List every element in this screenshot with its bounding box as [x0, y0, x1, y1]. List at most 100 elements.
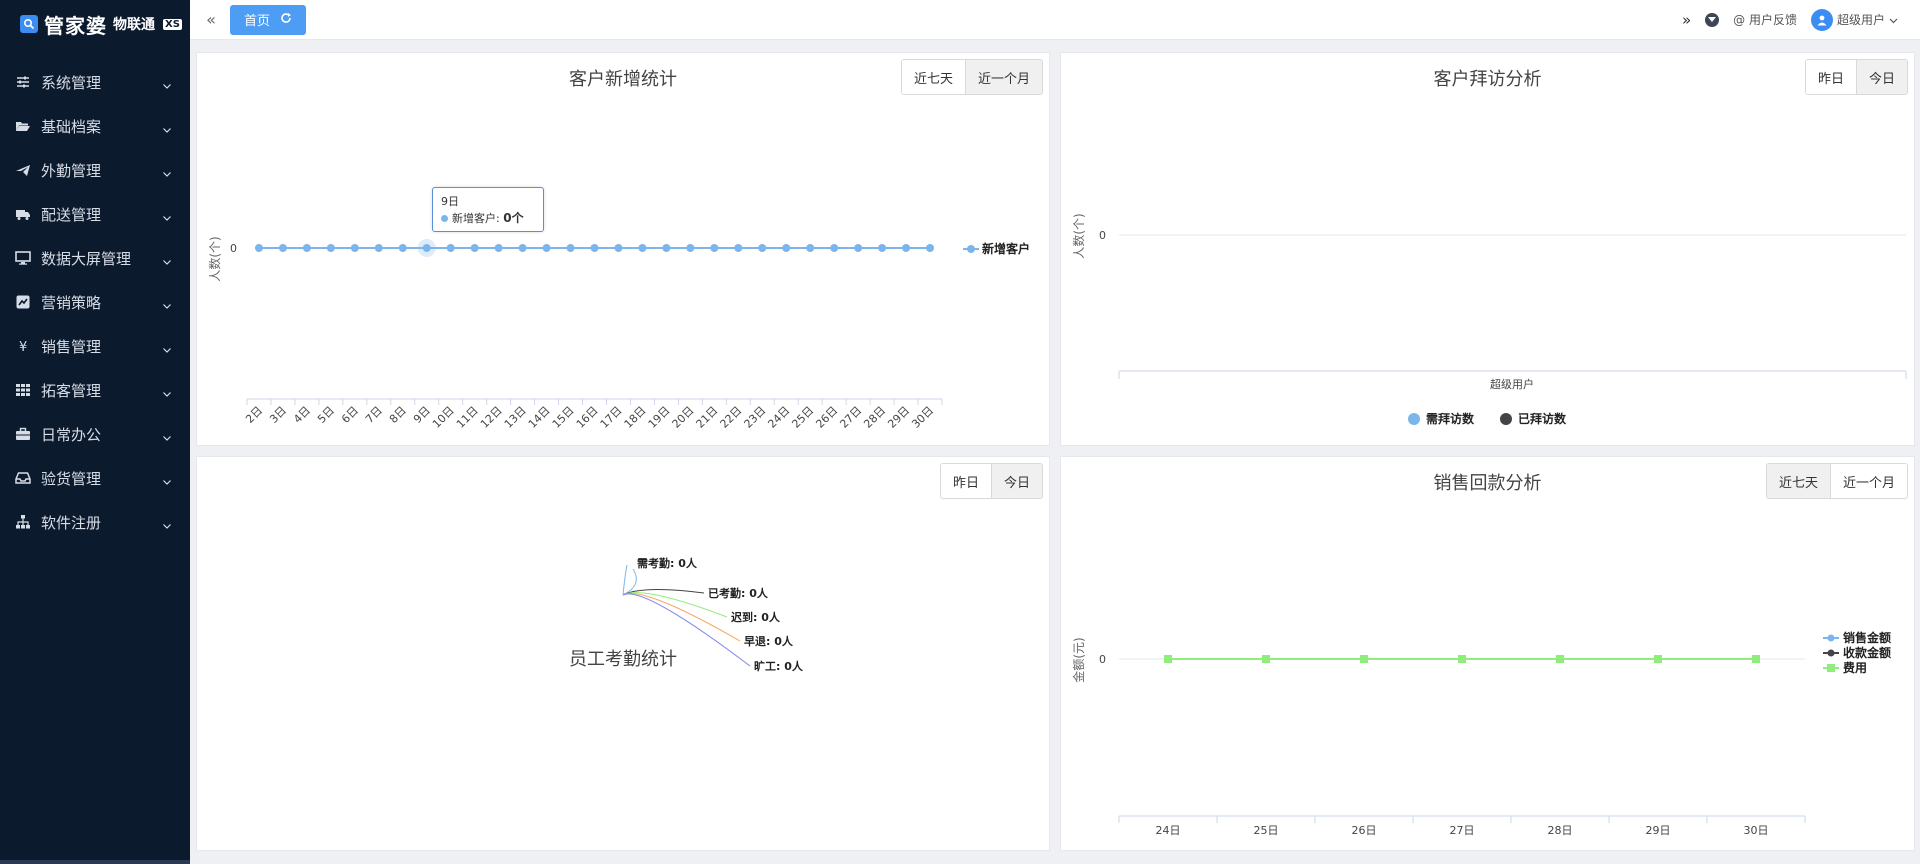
sales-chart: 金额(元) 0 24日 25日 26日 27日 28日 29日 30日 销售金额收款金额费用	[1071, 630, 1891, 837]
legend-marker	[1827, 634, 1835, 642]
data-point[interactable]	[878, 244, 887, 252]
data-point[interactable]	[1164, 655, 1172, 663]
data-point[interactable]	[902, 244, 911, 252]
data-point[interactable]	[326, 244, 335, 252]
app-logo[interactable]: 管家婆 物联通 XS	[0, 0, 190, 48]
range-button[interactable]: 今日	[990, 464, 1042, 498]
data-point[interactable]	[1360, 655, 1368, 663]
monitor-icon	[14, 249, 32, 267]
range-button[interactable]: 近一个月	[964, 60, 1042, 94]
briefcase-icon	[14, 425, 32, 443]
sidebar-item[interactable]: 拓客管理	[0, 368, 190, 412]
chevron-down-icon	[162, 341, 172, 353]
range-button[interactable]: 昨日	[940, 464, 991, 498]
data-point[interactable]	[1556, 655, 1564, 663]
data-point[interactable]	[662, 244, 671, 252]
data-point[interactable]	[398, 244, 407, 252]
visit-analysis-chart: 人数(个) 0 超级用户需拜访数 已拜访数	[1071, 213, 1907, 426]
logo-sub: 物联通	[113, 17, 155, 33]
legend-marker[interactable]	[1408, 413, 1420, 425]
day-toggle: 昨日 今日	[1804, 59, 1908, 95]
data-point[interactable]	[830, 244, 839, 252]
x-tick-label: 20日	[670, 404, 697, 431]
sidebar-item[interactable]: 数据大屏管理	[0, 236, 190, 280]
tabs-scroll-right-button[interactable]: »	[1682, 11, 1691, 29]
user-menu[interactable]: 超级用户	[1810, 8, 1898, 31]
x-tick-label: 28日	[861, 404, 888, 431]
data-point[interactable]	[1654, 655, 1662, 663]
data-point[interactable]	[1752, 655, 1760, 663]
data-point[interactable]	[734, 244, 743, 252]
tab-home-label: 首页	[244, 14, 271, 29]
attendance-card: 需考勤: 0人 已考勤: 0人 迟到: 0人 早退: 0人 旷工: 0人 昨日 今日 员工…	[196, 456, 1050, 851]
sidebar-item-label: 配送管理	[41, 205, 102, 224]
x-tick-label: 2日	[243, 404, 265, 426]
x-tick-label: 24日	[1156, 824, 1181, 837]
slice-label: 需考勤: 0人	[637, 556, 698, 570]
data-point[interactable]	[1262, 655, 1270, 663]
sidebar-scrollbar[interactable]	[0, 860, 190, 864]
data-point[interactable]	[782, 244, 791, 252]
x-tick-label: 30日	[1744, 824, 1769, 837]
x-tick-label: 超级用户	[1490, 377, 1534, 391]
day-toggle: 昨日 今日	[939, 463, 1043, 499]
chevron-down-icon	[162, 385, 172, 397]
sidebar-item[interactable]: 配送管理	[0, 192, 190, 236]
range-button[interactable]: 近七天	[901, 60, 965, 94]
chevron-down-icon	[1889, 13, 1898, 27]
data-point[interactable]	[854, 244, 863, 252]
data-point[interactable]	[590, 244, 599, 252]
data-point[interactable]	[806, 244, 815, 252]
data-point[interactable]	[926, 244, 935, 252]
x-tick-label: 10日	[430, 404, 457, 431]
data-point[interactable]	[758, 244, 767, 252]
data-point[interactable]	[350, 244, 359, 252]
data-point[interactable]	[614, 244, 623, 252]
sidebar-item[interactable]: 营销策略	[0, 280, 190, 324]
data-point[interactable]	[374, 244, 383, 252]
data-point[interactable]	[710, 244, 719, 252]
sidebar-item[interactable]: 基础档案	[0, 104, 190, 148]
chevron-down-icon	[162, 253, 172, 265]
data-point[interactable]	[446, 244, 455, 252]
data-point[interactable]	[686, 244, 695, 252]
range-button[interactable]: 近七天	[1766, 464, 1830, 498]
tab-home[interactable]: 首页	[230, 4, 307, 35]
data-point[interactable]	[254, 244, 263, 252]
range-button[interactable]: 近一个月	[1829, 464, 1907, 498]
collapse-sidebar-button[interactable]: «	[196, 5, 226, 35]
data-point[interactable]	[470, 244, 479, 252]
data-point[interactable]	[518, 244, 527, 252]
data-point[interactable]	[566, 244, 575, 252]
legend-marker	[1827, 649, 1835, 657]
sidebar-item[interactable]: 验货管理	[0, 456, 190, 500]
data-point[interactable]	[638, 244, 647, 252]
data-point[interactable]	[542, 244, 551, 252]
x-tick-label: 3日	[267, 404, 289, 426]
tabs-dropdown-icon[interactable]	[1705, 12, 1720, 27]
legend-marker[interactable]	[1500, 413, 1512, 425]
refresh-icon[interactable]	[280, 12, 292, 28]
x-tick-label: 29日	[1646, 824, 1671, 837]
sidebar-item[interactable]: 外勤管理	[0, 148, 190, 192]
range-button[interactable]: 昨日	[1805, 60, 1856, 94]
sidebar-item[interactable]: ¥ 销售管理	[0, 324, 190, 368]
sidebar-item[interactable]: 系统管理	[0, 60, 190, 104]
sidebar-item[interactable]: 软件注册	[0, 500, 190, 544]
legend-label: 收款金额	[1843, 645, 1891, 660]
data-point[interactable]	[1458, 655, 1466, 663]
y-axis-title: 人数(个)	[207, 236, 222, 281]
data-point[interactable]	[422, 244, 431, 252]
data-point[interactable]	[302, 244, 311, 252]
logo-text: 管家婆	[44, 13, 107, 38]
range-button[interactable]: 今日	[1855, 60, 1907, 94]
chevron-down-icon	[162, 165, 172, 177]
data-point[interactable]	[278, 244, 287, 252]
sidebar-item[interactable]: 日常办公	[0, 412, 190, 456]
x-tick-label: 12日	[478, 404, 505, 431]
feedback-link[interactable]: @ 用户反馈	[1733, 11, 1797, 28]
data-point[interactable]	[494, 244, 503, 252]
slice-label: 迟到: 0人	[731, 610, 781, 624]
logo-search-icon	[20, 15, 38, 33]
slice-label: 已考勤: 0人	[708, 586, 769, 600]
